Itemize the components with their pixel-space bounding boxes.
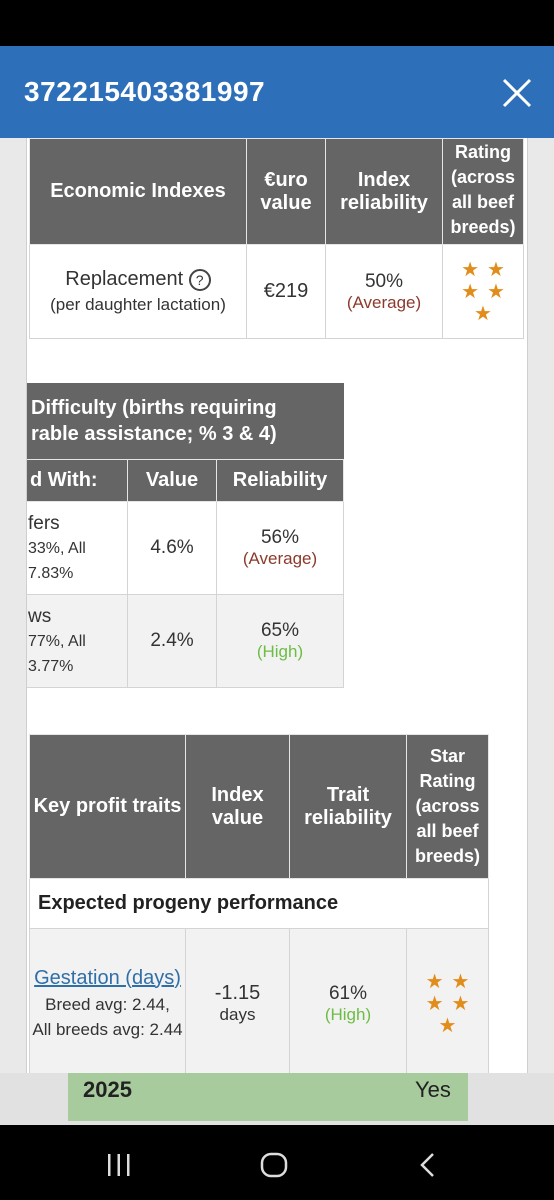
col-header-rating: Rating (across all beef breeds): [442, 138, 524, 245]
modal-header: 372215403381997: [0, 46, 554, 138]
gestation-unit: days: [219, 1005, 256, 1024]
col-header-euro-value: €uro value: [246, 138, 326, 245]
close-icon[interactable]: [500, 76, 534, 110]
col-header-calved-with: d With:: [27, 459, 128, 502]
star-icon: ★: [425, 970, 444, 993]
gestation-reliability-cell: 61% (High): [289, 928, 407, 1073]
replacement-sub: (per daughter lactation): [50, 295, 226, 314]
cows-avg: 77%, All: [28, 632, 86, 650]
calving-difficulty-table: d With: Value Reliability fers 33%, All …: [27, 459, 344, 688]
gestation-value-cell: -1.15 days: [185, 928, 290, 1073]
gestation-all-avg: All breeds avg: 2.44: [32, 1019, 183, 1039]
home-icon[interactable]: [260, 1152, 288, 1178]
replacement-label: Replacement: [65, 268, 184, 290]
col-header-trait-reliability: Trait reliability: [289, 734, 407, 879]
col-header-value: Value: [127, 459, 217, 502]
modal-content[interactable]: Economic Indexes €uro value Index reliab…: [0, 138, 554, 1073]
navigation-bar: [0, 1125, 554, 1200]
heifers-value: 4.6%: [127, 501, 217, 595]
replacement-cell: Replacement ? (per daughter lactation): [29, 244, 247, 339]
col-header-index-value: Index value: [185, 734, 290, 879]
heifers-cell: fers 33%, All 7.83%: [27, 501, 128, 595]
star-rating-cell: ★ ★ ★ ★ ★: [442, 244, 524, 339]
gestation-rel-value: 61%: [328, 982, 368, 1004]
reliability-label: (Average): [346, 292, 422, 312]
star-icon: ★: [474, 302, 492, 325]
gestation-breed-avg: Breed avg: 2.44,: [45, 994, 170, 1014]
gestation-cell: Gestation (days) Breed avg: 2.44, All br…: [29, 928, 186, 1073]
heifers-rel-value: 56%: [260, 527, 300, 548]
euro-value: €219: [246, 244, 326, 339]
economic-indexes-table: Economic Indexes €uro value Index reliab…: [29, 138, 524, 339]
cows-rel-value: 65%: [260, 620, 300, 641]
section-expected-progeny: Expected progeny performance: [29, 878, 489, 929]
gestation-value: -1.15: [214, 982, 261, 1004]
modal-title: 372215403381997: [24, 76, 266, 107]
star-icon: ★: [461, 280, 479, 303]
background-table-row: 2025 Yes: [0, 1073, 554, 1125]
content-card: Economic Indexes €uro value Index reliab…: [26, 138, 528, 1073]
calving-title-line1: Difficulty (births requiring: [31, 397, 277, 419]
cows-rel-label: (High): [256, 642, 304, 661]
index-reliability: 50% (Average): [325, 244, 443, 339]
heifers-all-avg: 7.83%: [28, 564, 74, 582]
star-rating: ★ ★ ★ ★ ★: [408, 972, 487, 1036]
star-icon: ★: [425, 992, 444, 1015]
yes-label: Yes: [415, 1077, 451, 1102]
key-profit-traits-table: Key profit traits Index value Trait reli…: [29, 734, 489, 1073]
cows-cell: ws 77%, All 3.77%: [27, 594, 128, 688]
help-icon[interactable]: ?: [188, 268, 211, 291]
star-icon: ★: [451, 992, 470, 1015]
back-icon[interactable]: [418, 1152, 438, 1178]
heifers-rel-label: (Average): [242, 549, 318, 568]
calving-title-block: Difficulty (births requiring rable assis…: [27, 383, 344, 459]
star-icon: ★: [461, 258, 479, 281]
calving-title-line2: rable assistance; % 3 & 4): [31, 423, 277, 445]
gestation-rel-label: (High): [324, 1004, 372, 1024]
heifers-label: fers: [28, 512, 60, 534]
calving-difficulty-scroll[interactable]: Difficulty (births requiring rable assis…: [27, 383, 345, 689]
recent-apps-icon[interactable]: [106, 1153, 132, 1177]
col-header-index-reliability: Index reliability: [325, 138, 443, 245]
heifers-avg: 33%, All: [28, 539, 86, 557]
col-header-economic-indexes: Economic Indexes: [29, 138, 247, 245]
heifers-reliability: 56% (Average): [216, 501, 344, 595]
star-icon: ★: [438, 1014, 457, 1037]
star-icon: ★: [487, 258, 505, 281]
reliability-value: 50%: [364, 270, 404, 292]
cows-all-avg: 3.77%: [28, 657, 74, 675]
gestation-link[interactable]: Gestation (days): [34, 967, 181, 989]
star-icon: ★: [487, 280, 505, 303]
col-header-reliability: Reliability: [216, 459, 344, 502]
col-header-key-profit-traits: Key profit traits: [29, 734, 186, 879]
cows-label: ws: [28, 605, 52, 627]
col-header-star-rating: Star Rating (across all beef breeds): [406, 734, 489, 879]
status-bar: [0, 0, 554, 46]
cows-value: 2.4%: [127, 594, 217, 688]
star-icon: ★: [451, 970, 470, 993]
year-label: 2025: [83, 1077, 132, 1102]
gestation-stars-cell: ★ ★ ★ ★ ★: [406, 928, 489, 1073]
star-rating: ★ ★ ★ ★ ★: [444, 260, 522, 324]
cows-reliability: 65% (High): [216, 594, 344, 688]
